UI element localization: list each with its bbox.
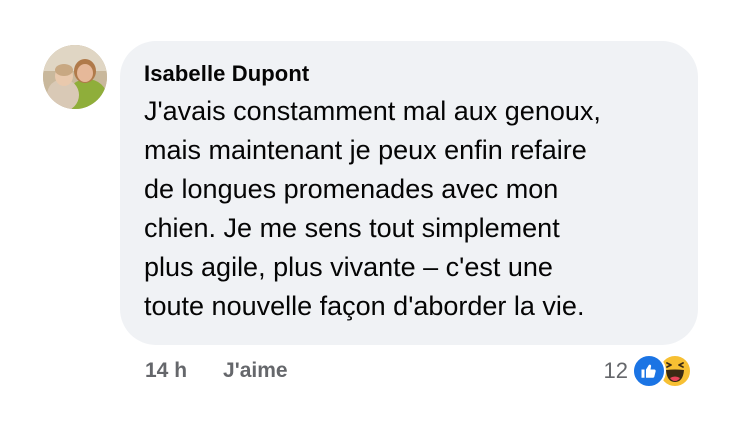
comment-timestamp[interactable]: 14 h <box>145 359 187 383</box>
comment-author[interactable]: Isabelle Dupont <box>144 60 674 88</box>
reaction-count: 12 <box>603 358 628 383</box>
avatar-photo <box>43 45 107 109</box>
comment: Isabelle Dupont J'avais constamment mal … <box>0 0 742 423</box>
comment-text-line: chien. Je me sens tout simplement <box>144 213 560 243</box>
comment-text-line: plus agile, plus vivante – c'est une <box>144 252 553 282</box>
comment-text-line: toute nouvelle façon d'aborder la vie. <box>144 291 585 321</box>
like-icon <box>632 354 666 388</box>
reactions-summary[interactable]: 12 <box>604 353 692 389</box>
comment-text-line: de longues promenades avec mon <box>144 174 559 204</box>
avatar[interactable] <box>43 45 107 109</box>
comment-actions: 14 h J'aime <box>145 356 288 386</box>
comment-text: J'avais constamment mal aux genoux, mais… <box>144 92 674 326</box>
comment-text-line: mais maintenant je peux enfin refaire <box>144 135 587 165</box>
comment-text-line: J'avais constamment mal aux genoux, <box>144 96 601 126</box>
comment-bubble: Isabelle Dupont J'avais constamment mal … <box>120 41 698 345</box>
like-button[interactable]: J'aime <box>223 359 288 383</box>
